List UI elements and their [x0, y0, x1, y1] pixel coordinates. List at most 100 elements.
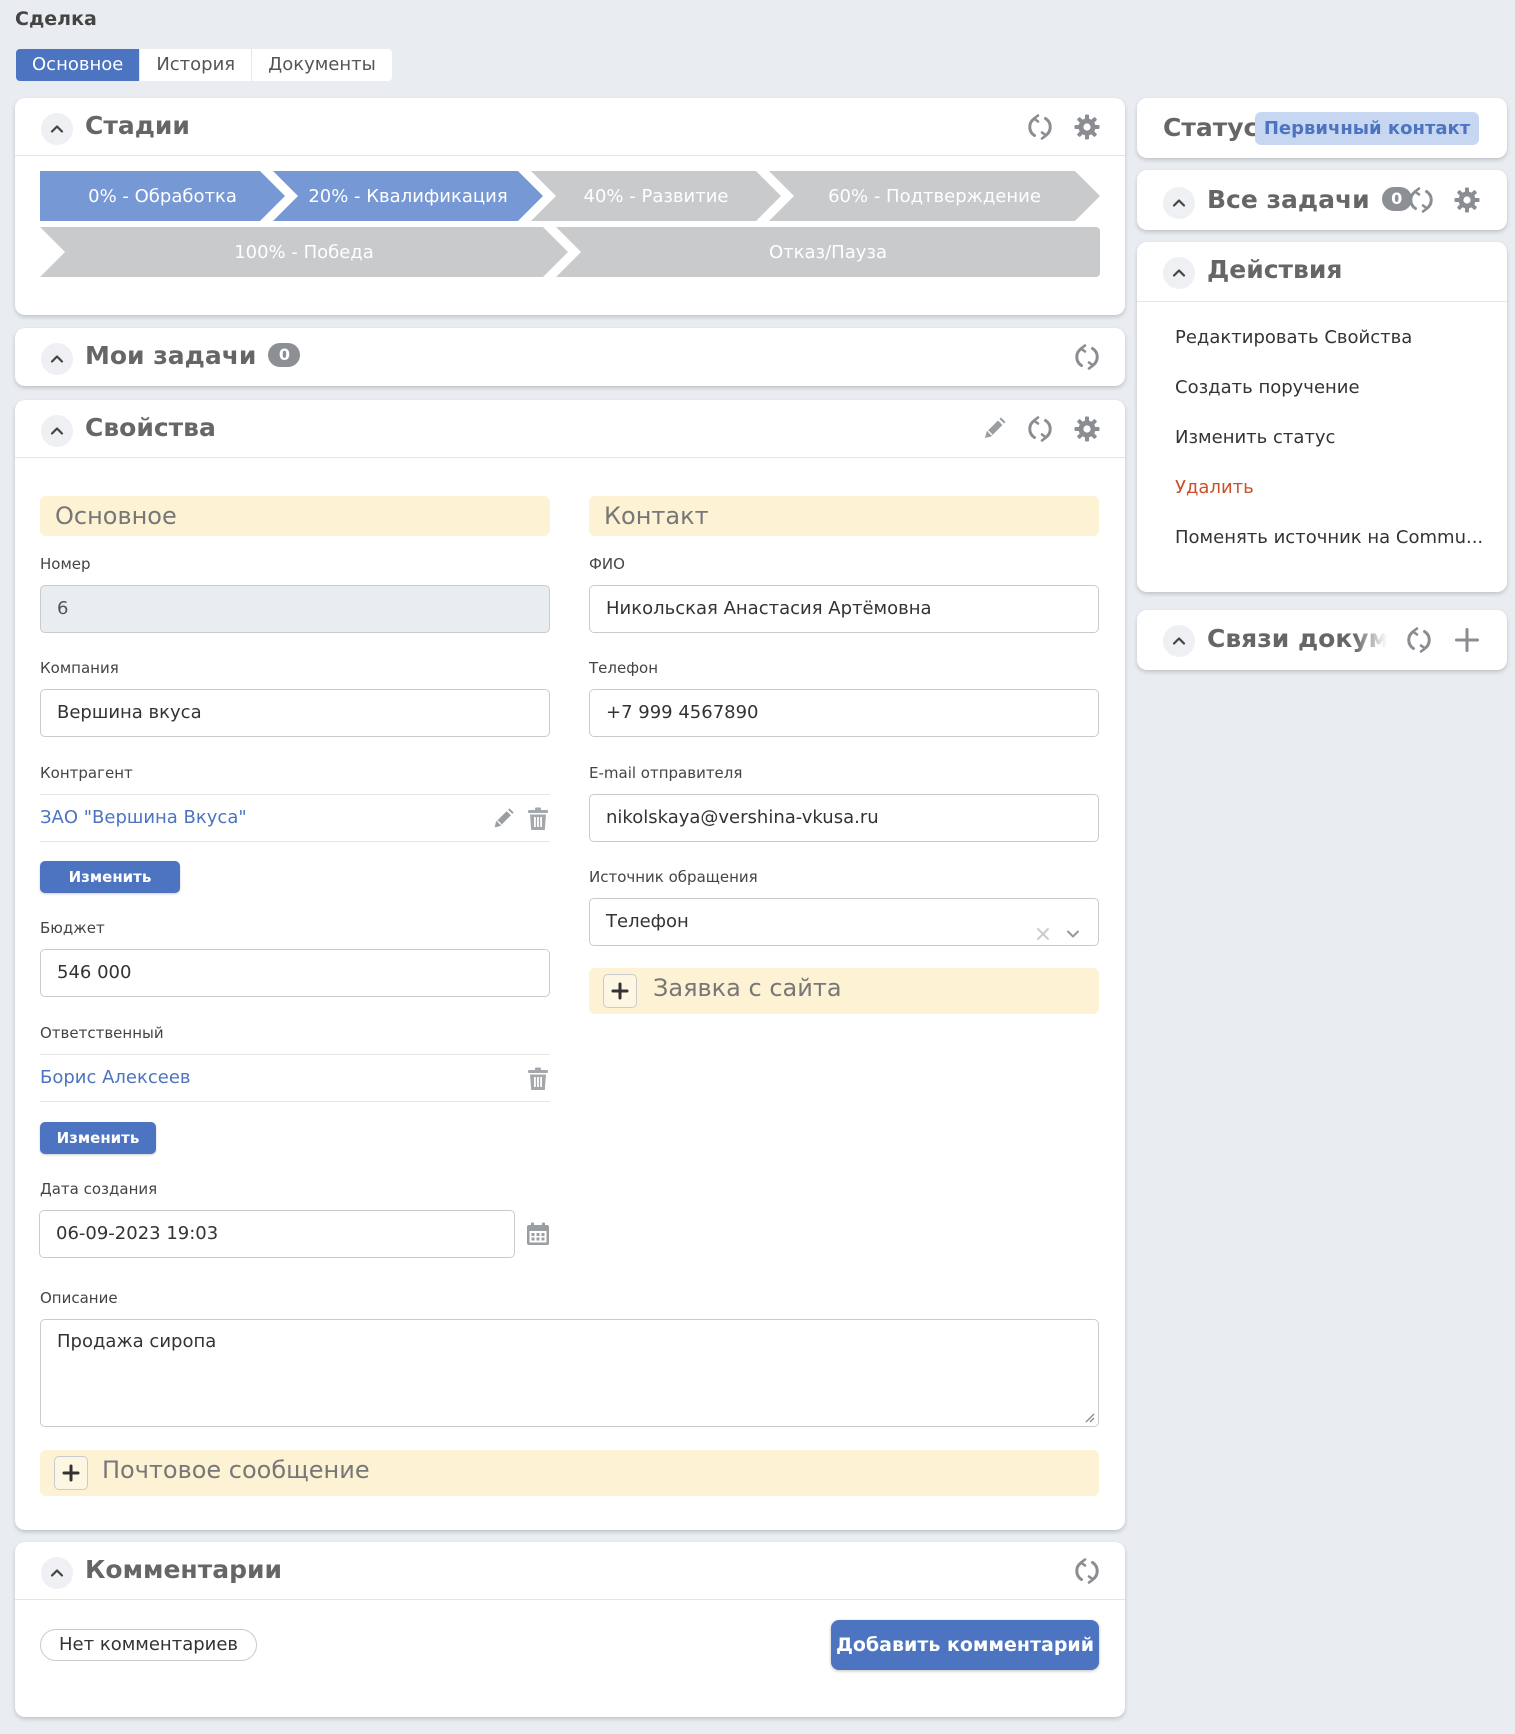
change-counterparty-button[interactable]: Изменить — [40, 861, 180, 893]
company-label: Компания — [40, 659, 119, 677]
stage-label: 100% - Победа — [234, 241, 374, 263]
number-label: Номер — [40, 555, 91, 573]
change-responsible-button[interactable]: Изменить — [40, 1122, 156, 1154]
add-comment-button[interactable]: Добавить комментарий — [831, 1620, 1099, 1670]
stage-item[interactable]: 60% - Подтверждение — [769, 171, 1100, 221]
doc-links-panel: Связи докумен — [1137, 610, 1507, 670]
tab-documents[interactable]: Документы — [252, 49, 392, 81]
stage-item[interactable]: 100% - Победа — [40, 227, 568, 277]
pencil-icon[interactable] — [490, 806, 516, 832]
collapse-chevron-icon[interactable] — [1163, 625, 1195, 657]
page-title: Сделка — [15, 8, 97, 30]
collapse-chevron-icon[interactable] — [1163, 187, 1195, 219]
stage-item[interactable]: 20% - Квалификация — [273, 171, 543, 221]
stages-title: Стадии — [85, 111, 190, 140]
responsible-row: Борис Алексеев — [40, 1054, 550, 1102]
my-tasks-header: Мои задачи 0 — [15, 328, 1125, 386]
actions-panel: Действия Редактировать Свойства Создать … — [1137, 242, 1507, 592]
action-change-source[interactable]: Поменять источник на Commu... — [1175, 527, 1483, 548]
section-contact: Контакт — [589, 496, 1099, 536]
actions-title: Действия — [1207, 255, 1343, 284]
status-label: Статус — [1163, 113, 1259, 142]
resize-handle-icon[interactable] — [1083, 1411, 1095, 1423]
action-edit-properties[interactable]: Редактировать Свойства — [1175, 327, 1412, 348]
tasks-count-badge: 0 — [268, 343, 301, 367]
doc-links-header: Связи докумен — [1137, 610, 1507, 668]
doc-links-title: Связи докумен — [1207, 624, 1387, 653]
chevron-down-icon[interactable] — [1065, 914, 1081, 930]
stage-label: 60% - Подтверждение — [828, 185, 1041, 207]
gear-icon[interactable] — [1073, 113, 1101, 141]
refresh-icon[interactable] — [1026, 415, 1054, 443]
collapse-chevron-icon[interactable] — [41, 113, 73, 145]
action-change-status[interactable]: Изменить статус — [1175, 427, 1335, 448]
email-field[interactable]: nikolskaya@vershina-vkusa.ru — [589, 794, 1099, 842]
clear-x-icon[interactable] — [1035, 914, 1051, 930]
comments-header: Комментарии — [15, 1542, 1125, 1600]
source-select[interactable]: Телефон — [589, 898, 1099, 946]
gear-icon[interactable] — [1073, 415, 1101, 443]
created-date-field[interactable]: 06-09-2023 19:03 — [39, 1210, 515, 1258]
stage-item[interactable]: 40% - Развитие — [531, 171, 781, 221]
refresh-icon[interactable] — [1026, 113, 1054, 141]
stage-item[interactable]: 0% - Обработка — [40, 171, 285, 221]
trash-icon[interactable] — [525, 806, 551, 832]
budget-field[interactable]: 546 000 — [40, 949, 550, 997]
stage-label: 0% - Обработка — [88, 185, 237, 207]
all-tasks-title: Все задачи 0 — [1207, 185, 1412, 214]
description-label: Описание — [40, 1289, 118, 1307]
stages-header: Стадии — [15, 98, 1125, 156]
expand-site-request-button[interactable] — [603, 974, 637, 1008]
expand-mail-message-button[interactable] — [54, 1456, 88, 1490]
stage-label: 20% - Квалификация — [308, 185, 508, 207]
responsible-link[interactable]: Борис Алексеев — [40, 1067, 191, 1088]
refresh-icon[interactable] — [1407, 186, 1435, 214]
fio-label: ФИО — [589, 555, 625, 573]
site-request-section: Заявка с сайта — [589, 968, 1099, 1014]
comments-title: Комментарии — [85, 1555, 282, 1584]
created-date-label: Дата создания — [40, 1180, 158, 1198]
plus-icon[interactable] — [1453, 626, 1477, 650]
refresh-icon[interactable] — [1073, 1557, 1101, 1585]
tab-main[interactable]: Основное — [16, 49, 141, 81]
stage-label: 40% - Развитие — [583, 185, 729, 207]
refresh-icon[interactable] — [1405, 626, 1433, 654]
pencil-icon[interactable] — [980, 415, 1008, 443]
my-tasks-title: Мои задачи 0 — [85, 341, 301, 370]
stage-label: Отказ/Пауза — [768, 241, 887, 263]
section-main: Основное — [40, 496, 550, 536]
counterparty-link[interactable]: ЗАО "Вершина Вкуса" — [40, 807, 247, 828]
collapse-chevron-icon[interactable] — [41, 1557, 73, 1589]
stages-panel: Стадии 0% - Обработка 20% - Квалификация… — [15, 98, 1125, 315]
number-field: 6 — [40, 585, 550, 633]
collapse-chevron-icon[interactable] — [41, 415, 73, 447]
collapse-chevron-icon[interactable] — [1163, 257, 1195, 289]
all-tasks-panel: Все задачи 0 — [1137, 170, 1507, 230]
responsible-label: Ответственный — [40, 1024, 164, 1042]
company-field[interactable]: Вершина вкуса — [40, 689, 550, 737]
source-select-value: Телефон — [606, 911, 689, 932]
refresh-icon[interactable] — [1073, 343, 1101, 371]
mail-message-section: Почтовое сообщение — [40, 1450, 1099, 1496]
description-textarea[interactable]: Продажа сиропа — [40, 1319, 1099, 1427]
phone-field[interactable]: +7 999 4567890 — [589, 689, 1099, 737]
my-tasks-title-text: Мои задачи — [85, 341, 257, 370]
action-create-assignment[interactable]: Создать поручение — [1175, 377, 1360, 398]
calendar-icon[interactable] — [525, 1221, 551, 1247]
fio-field[interactable]: Никольская Анастасия Артёмовна — [589, 585, 1099, 633]
action-delete[interactable]: Удалить — [1175, 477, 1254, 498]
no-comments-pill: Нет комментариев — [40, 1629, 258, 1661]
counterparty-label: Контрагент — [40, 764, 133, 782]
collapse-chevron-icon[interactable] — [41, 343, 73, 375]
tab-bar: Основное История Документы — [16, 49, 392, 81]
gear-icon[interactable] — [1453, 186, 1481, 214]
source-label: Источник обращения — [589, 868, 758, 886]
all-tasks-header: Все задачи 0 — [1137, 170, 1507, 228]
stage-item[interactable]: Отказ/Пауза — [556, 227, 1100, 277]
all-tasks-title-text: Все задачи — [1207, 185, 1370, 214]
phone-label: Телефон — [589, 659, 659, 677]
trash-icon[interactable] — [525, 1066, 551, 1092]
tab-history[interactable]: История — [140, 49, 253, 81]
status-badge: Первичный контакт — [1255, 112, 1479, 145]
properties-panel: Свойства Основное Номер 6 Компания Верши… — [15, 400, 1125, 1530]
